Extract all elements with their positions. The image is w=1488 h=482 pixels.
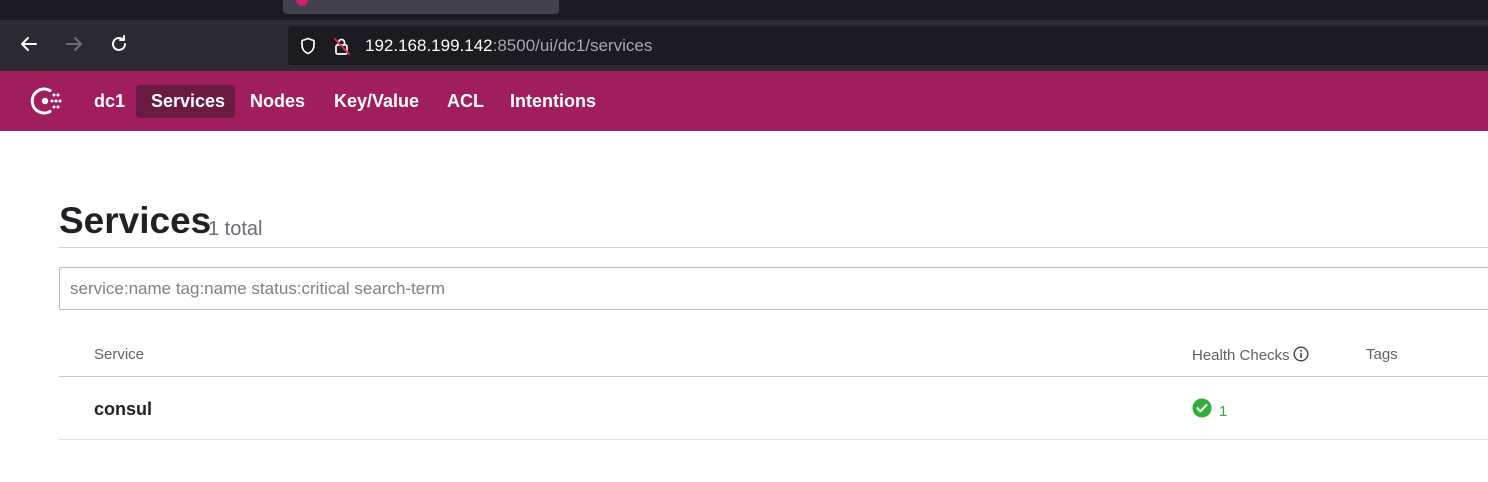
header-divider xyxy=(59,247,1488,248)
health-checks-cell: 1 xyxy=(1192,398,1227,423)
page-title: Services xyxy=(59,200,212,241)
nav-item-key-value[interactable]: Key/Value xyxy=(319,85,434,118)
browser-toolbar: 192.168.199.142:8500/ui/dc1/services xyxy=(0,20,1488,71)
column-header-tags: Tags xyxy=(1366,346,1398,363)
address-bar[interactable]: 192.168.199.142:8500/ui/dc1/services xyxy=(288,26,1488,65)
column-header-service: Service xyxy=(94,346,145,363)
services-search-input[interactable] xyxy=(59,267,1488,310)
browser-tab-strip xyxy=(0,0,1488,20)
nav-item-intentions[interactable]: Intentions xyxy=(495,85,611,118)
url-path: :8500/ui/dc1/services xyxy=(492,36,653,55)
passing-count: 1 xyxy=(1219,402,1228,420)
back-arrow-icon[interactable] xyxy=(17,32,41,56)
passing-check-icon xyxy=(1192,398,1212,423)
shield-icon[interactable] xyxy=(297,35,319,57)
info-icon[interactable] xyxy=(1293,346,1309,366)
datacenter-selector[interactable]: dc1 xyxy=(79,85,140,118)
browser-tab[interactable] xyxy=(283,0,559,14)
table-row[interactable]: consul 1 xyxy=(59,377,1488,440)
consul-top-nav: dc1 Services Nodes Key/Value ACL Intenti… xyxy=(0,71,1488,131)
services-total-count: 1 total xyxy=(208,218,263,240)
consul-logo-icon[interactable] xyxy=(28,84,64,118)
nav-item-nodes[interactable]: Nodes xyxy=(235,85,320,118)
nav-item-services[interactable]: Services xyxy=(136,85,235,118)
column-header-health-label: Health Checks xyxy=(1192,347,1290,364)
reload-icon[interactable] xyxy=(107,32,131,56)
service-name-link[interactable]: consul xyxy=(94,399,152,420)
insecure-lock-icon[interactable] xyxy=(331,35,353,57)
url-text[interactable]: 192.168.199.142:8500/ui/dc1/services xyxy=(365,35,652,57)
column-header-health-checks: Health Checks xyxy=(1192,346,1309,366)
url-host: 192.168.199.142 xyxy=(365,36,493,55)
nav-item-acl[interactable]: ACL xyxy=(432,85,499,118)
forward-arrow-icon[interactable] xyxy=(62,32,86,56)
